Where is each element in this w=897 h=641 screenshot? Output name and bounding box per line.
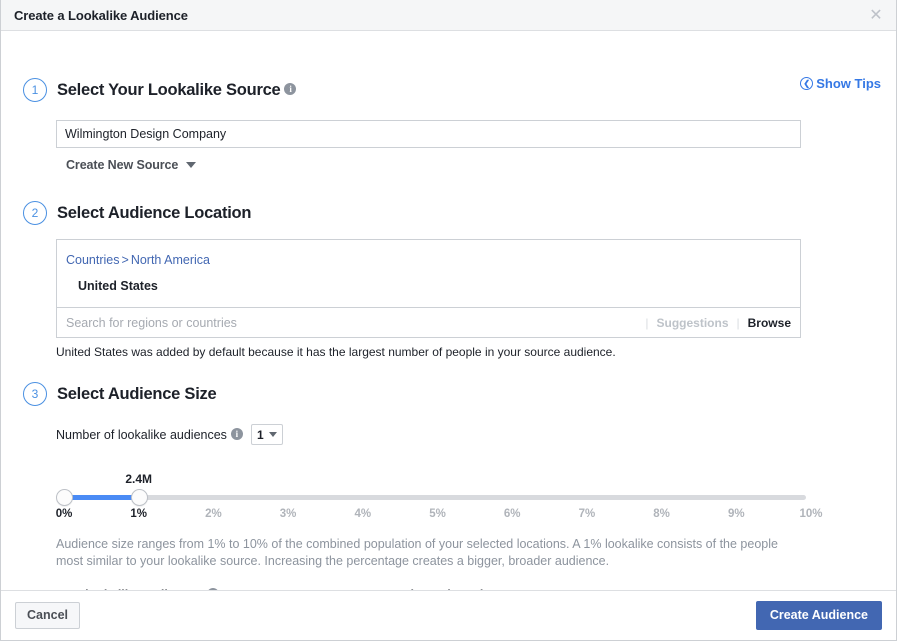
slider-tick-labels: 0% 1% 2% 3% 4% 5% 6% 7% 8% 9% 10% [55, 508, 823, 526]
info-icon[interactable]: i [207, 588, 220, 590]
slider-tick-2pct: 2% [205, 508, 222, 520]
slider-tick-0pct: 0% [55, 508, 73, 520]
location-search-input[interactable] [66, 315, 638, 330]
dialog-footer: Cancel Create Audience [1, 590, 896, 640]
audience-size-description: Audience size ranges from 1% to 10% of t… [56, 537, 778, 568]
slider-tick-5pct: 5% [429, 508, 446, 520]
breadcrumb-north-america[interactable]: North America [131, 253, 210, 267]
slider-tick-1pct: 1% [130, 508, 147, 520]
slider-handle-min[interactable] [56, 489, 73, 506]
dialog-titlebar: Create a Lookalike Audience ✕ [1, 0, 896, 31]
chevron-down-icon [268, 432, 277, 437]
slider-tick-10pct: 10% [799, 508, 823, 520]
dialog-title: Create a Lookalike Audience [14, 7, 188, 23]
slider-handle-max[interactable] [130, 489, 148, 506]
dialog-body: ❮ Show Tips 1 Select Your Lookalike Sour… [1, 31, 896, 590]
section-2-title: Select Audience Location [57, 203, 252, 222]
new-audiences-label-row: New lookalike audiences i [56, 588, 391, 590]
section-1-header: 1 Select Your Lookalike Source i [1, 78, 896, 102]
estimated-reach-column: Estimated reach 2,380,000 people [391, 588, 488, 590]
breadcrumb-separator: > [121, 253, 129, 267]
step-number-3: 3 [23, 382, 47, 406]
section-select-lookalike-source: 1 Select Your Lookalike Sourcei Create N… [1, 78, 896, 174]
slider-tick-8pct: 8% [653, 508, 670, 520]
slider-tick-3pct: 3% [279, 508, 297, 520]
section-1-title: Select Your Lookalike Source i [57, 80, 297, 100]
number-of-audiences-select[interactable]: 1 [250, 424, 283, 445]
actions-divider-right: | [736, 315, 740, 330]
location-picker: Countries>North America United States | … [56, 239, 801, 338]
suggestions-tab[interactable]: Suggestions [657, 316, 729, 330]
location-picker-body: Countries > North America United States [57, 240, 800, 307]
slider-tick-9pct: 9% [727, 508, 745, 520]
estimated-reach-label: Estimated reach [391, 588, 488, 590]
close-icon[interactable]: ✕ [866, 5, 886, 25]
browse-tab[interactable]: Browse [748, 316, 791, 330]
cancel-button[interactable]: Cancel [15, 601, 80, 630]
step-number-2: 2 [23, 201, 47, 225]
slider-tick-6pct: 6% [503, 508, 521, 520]
lookalike-source-input[interactable] [56, 120, 801, 148]
section-3-title: Select Audience Size [57, 384, 217, 403]
section-1-title-text: Select Your Lookalike Source [57, 80, 281, 99]
slider-tick-4pct: 4% [354, 508, 372, 520]
create-lookalike-audience-dialog: Create a Lookalike Audience ✕ ❮ Show Tip… [0, 0, 897, 641]
info-icon[interactable]: i [230, 427, 243, 440]
new-audiences-column: New lookalike audiences i 1% of US - Wil… [56, 588, 391, 590]
create-audience-button[interactable]: Create Audience [755, 600, 882, 631]
chevron-down-icon [186, 162, 197, 168]
actions-divider-left: | [645, 315, 649, 330]
number-of-audiences-row: Number of lookalike audiences i 1 [56, 424, 896, 445]
info-icon[interactable]: i [284, 83, 297, 96]
create-new-source-button[interactable]: Create New Source [66, 158, 197, 172]
section-select-audience-size: 3 Select Audience Size Number of lookali… [1, 382, 896, 590]
location-search-actions: | Suggestions | Browse [637, 316, 791, 330]
audience-summary: New lookalike audiences i 1% of US - Wil… [56, 588, 806, 590]
number-of-audiences-value: 1 [256, 427, 264, 442]
audience-size-slider[interactable]: 2.4M 0% 1% 2% 3% 4% 5% 6% 7% 8% 9% 10% [55, 472, 823, 526]
create-new-source-label: Create New Source [66, 158, 179, 172]
new-audiences-label: New lookalike audiences [56, 588, 203, 590]
location-search-row: | Suggestions | Browse [57, 307, 800, 337]
breadcrumb: Countries > North America [66, 253, 800, 267]
selected-location-united-states[interactable]: United States [66, 279, 800, 293]
number-of-audiences-label: Number of lookalike audiences [56, 427, 227, 442]
slider-tick-7pct: 7% [578, 508, 596, 520]
section-3-header: 3 Select Audience Size [1, 382, 896, 406]
section-2-header: 2 Select Audience Location [1, 201, 896, 225]
section-select-audience-location: 2 Select Audience Location Countries > Nor… [1, 201, 896, 359]
location-default-note: United States was added by default becau… [56, 345, 616, 359]
breadcrumb-countries[interactable]: Countries [66, 253, 120, 267]
slider-value-label: 2.4M [125, 472, 153, 486]
step-number-1: 1 [23, 78, 47, 102]
slider-track[interactable] [59, 495, 806, 500]
